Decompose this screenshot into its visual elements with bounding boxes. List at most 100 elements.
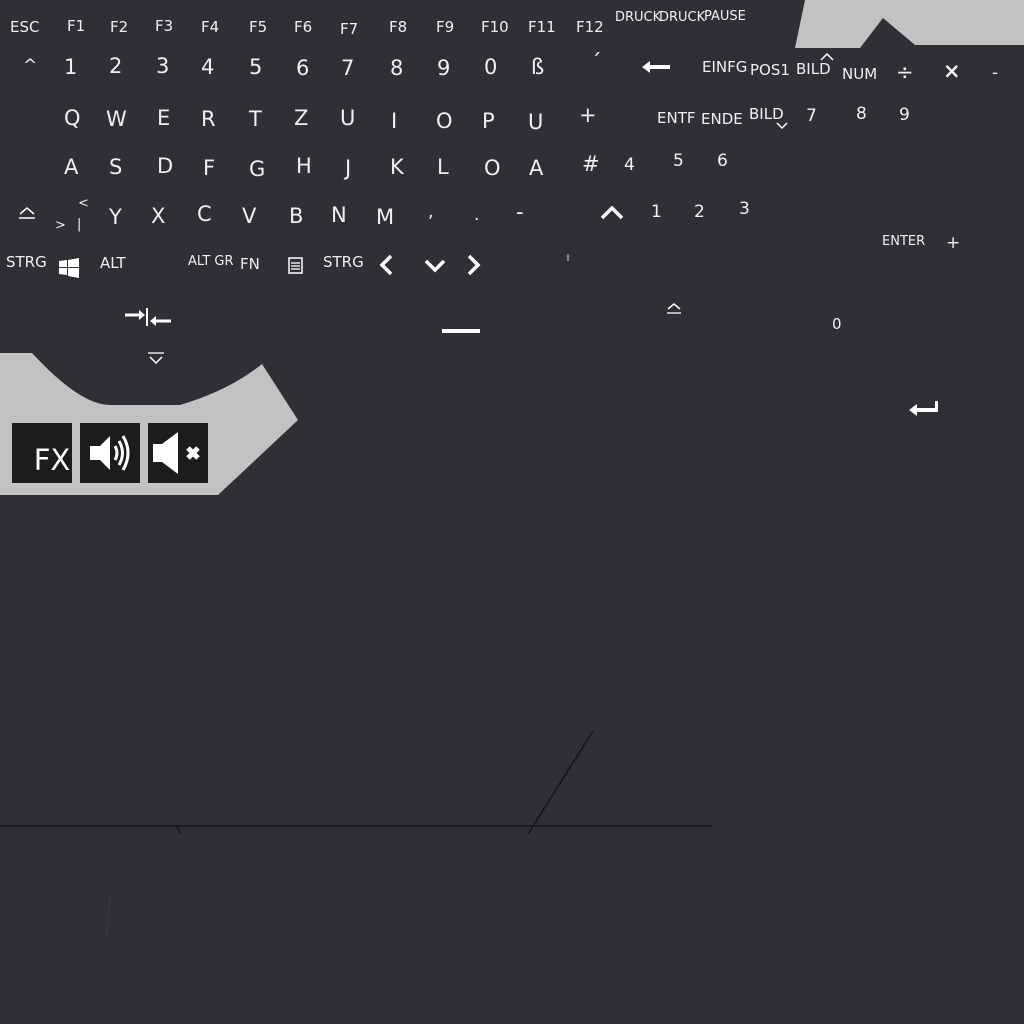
- key-i[interactable]: I: [391, 111, 397, 132]
- key-f4[interactable]: F4: [201, 20, 219, 35]
- key-f8[interactable]: F8: [389, 20, 407, 35]
- key-l[interactable]: L: [437, 157, 449, 178]
- key-x[interactable]: X: [151, 206, 165, 227]
- key-num[interactable]: NUM: [842, 67, 877, 82]
- key-ende[interactable]: ENDE: [701, 112, 743, 127]
- key-numpad-7[interactable]: 7: [806, 108, 817, 125]
- key-m[interactable]: M: [376, 207, 394, 228]
- key-numpad-plus[interactable]: +: [946, 235, 960, 252]
- key-bild-up[interactable]: BILD: [796, 62, 831, 77]
- key-d[interactable]: D: [157, 156, 173, 177]
- arrow-right-icon[interactable]: [466, 254, 482, 276]
- key-c[interactable]: C: [197, 204, 212, 225]
- key-divide[interactable]: ÷: [896, 62, 914, 83]
- key-h[interactable]: H: [296, 156, 312, 177]
- key-numpad-9[interactable]: 9: [899, 107, 910, 124]
- shift-right-icon[interactable]: [600, 206, 624, 220]
- key-numpad-2[interactable]: 2: [694, 204, 705, 221]
- key-einfg[interactable]: EINFG: [702, 60, 747, 75]
- key-f2[interactable]: F2: [110, 20, 128, 35]
- key-plus[interactable]: +: [579, 105, 597, 126]
- key-8[interactable]: 8: [390, 58, 403, 79]
- key-2[interactable]: 2: [109, 56, 122, 77]
- key-u-umlaut[interactable]: U: [528, 112, 543, 133]
- key-v[interactable]: V: [242, 206, 256, 227]
- key-numpad-0[interactable]: 0: [832, 317, 842, 332]
- tab-icon[interactable]: [125, 306, 173, 328]
- key-b[interactable]: B: [289, 206, 303, 227]
- key-z[interactable]: Z: [294, 108, 308, 129]
- key-dash[interactable]: -: [516, 202, 524, 223]
- key-6[interactable]: 6: [296, 58, 309, 79]
- key-pos1[interactable]: POS1: [750, 63, 790, 78]
- key-f12[interactable]: F12: [576, 20, 604, 35]
- key-strg-left[interactable]: STRG: [6, 255, 47, 270]
- key-fn[interactable]: FN: [240, 257, 260, 272]
- key-less-than[interactable]: <: [78, 197, 89, 210]
- key-hash[interactable]: #: [582, 154, 600, 175]
- space-bar-icon[interactable]: [442, 329, 480, 334]
- key-q[interactable]: Q: [64, 108, 81, 129]
- menu-key-icon[interactable]: [288, 257, 303, 274]
- key-n[interactable]: N: [331, 205, 347, 226]
- arrow-left-icon[interactable]: [378, 254, 394, 276]
- key-f6[interactable]: F6: [294, 20, 312, 35]
- key-f3[interactable]: F3: [155, 19, 173, 34]
- mute-button[interactable]: [148, 423, 208, 483]
- key-numpad-1[interactable]: 1: [651, 204, 662, 221]
- key-5[interactable]: 5: [249, 57, 262, 78]
- key-k[interactable]: K: [390, 157, 404, 178]
- key-alt-gr[interactable]: ALT GR: [188, 255, 234, 268]
- caps-lock-icon[interactable]: [147, 352, 165, 366]
- key-j[interactable]: J: [345, 158, 351, 179]
- key-comma[interactable]: ,: [428, 204, 433, 221]
- key-f5[interactable]: F5: [249, 20, 267, 35]
- key-alt[interactable]: ALT: [100, 256, 126, 271]
- shift-left-icon[interactable]: [17, 206, 37, 220]
- key-a[interactable]: A: [64, 157, 78, 178]
- key-y[interactable]: Y: [109, 207, 122, 228]
- key-strg-right[interactable]: STRG: [323, 255, 364, 270]
- key-multiply[interactable]: ×: [943, 61, 961, 82]
- key-druck-2[interactable]: DRUCK: [659, 11, 705, 24]
- key-f9[interactable]: F9: [436, 20, 454, 35]
- key-numpad-3[interactable]: 3: [739, 201, 750, 218]
- key-eszett[interactable]: ß: [531, 57, 544, 78]
- key-druck-1[interactable]: DRUCK: [615, 11, 661, 24]
- fx-button[interactable]: FX: [12, 423, 72, 483]
- key-e[interactable]: E: [157, 108, 170, 129]
- key-f1[interactable]: F1: [67, 19, 85, 34]
- key-r[interactable]: R: [201, 109, 216, 130]
- key-numpad-4[interactable]: 4: [624, 157, 635, 174]
- key-esc[interactable]: ESC: [10, 20, 39, 35]
- key-period[interactable]: .: [474, 207, 479, 224]
- key-entf[interactable]: ENTF: [657, 111, 696, 126]
- key-numpad-8[interactable]: 8: [856, 106, 867, 123]
- key-3[interactable]: 3: [156, 56, 169, 77]
- key-f10[interactable]: F10: [481, 20, 509, 35]
- key-f11[interactable]: F11: [528, 20, 556, 35]
- key-1[interactable]: 1: [64, 57, 77, 78]
- key-numpad-5[interactable]: 5: [673, 153, 684, 170]
- key-f7[interactable]: F7: [340, 22, 358, 37]
- key-g[interactable]: G: [249, 159, 265, 180]
- key-9[interactable]: 9: [437, 58, 450, 79]
- key-s[interactable]: S: [109, 157, 122, 178]
- key-t[interactable]: T: [249, 109, 262, 130]
- key-caret[interactable]: ^: [23, 58, 37, 75]
- volume-button[interactable]: [80, 423, 140, 483]
- key-p[interactable]: P: [482, 111, 495, 132]
- key-numpad-minus[interactable]: -: [992, 65, 998, 82]
- backspace-arrow-icon[interactable]: [642, 60, 670, 74]
- key-enter-label[interactable]: ENTER: [882, 235, 925, 248]
- key-o-umlaut[interactable]: O: [484, 158, 501, 179]
- key-pause[interactable]: PAUSE: [704, 10, 746, 23]
- key-w[interactable]: W: [106, 109, 127, 130]
- key-numpad-6[interactable]: 6: [717, 153, 728, 170]
- key-pipe[interactable]: |: [77, 218, 81, 231]
- key-greater-than[interactable]: >: [55, 219, 66, 232]
- enter-return-icon[interactable]: [909, 401, 939, 417]
- key-4[interactable]: 4: [201, 57, 214, 78]
- key-f[interactable]: F: [203, 158, 215, 179]
- key-acute[interactable]: ´: [591, 52, 602, 73]
